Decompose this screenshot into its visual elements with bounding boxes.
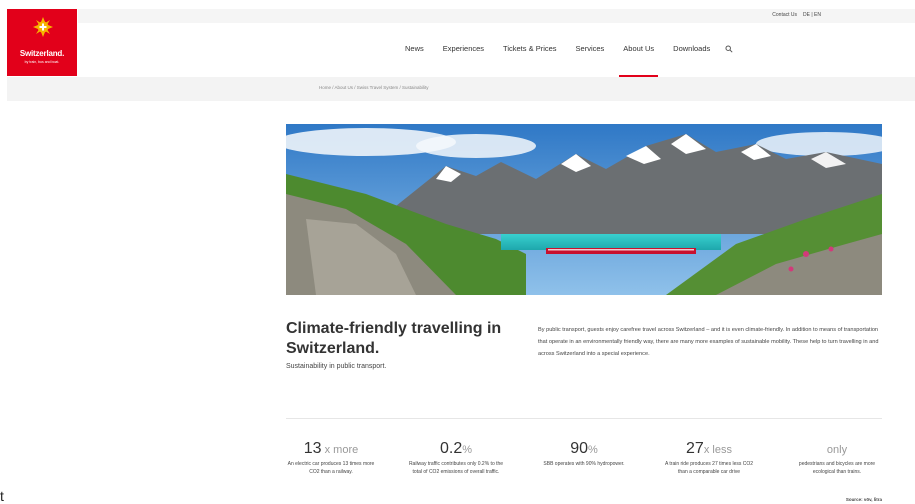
nav-item-services[interactable]: Services <box>576 44 605 53</box>
utility-links: Contact Us DE | EN <box>772 12 821 18</box>
nav-item-experiences[interactable]: Experiences <box>443 44 484 53</box>
page-subtitle: Sustainability in public transport. <box>286 363 387 370</box>
stat-item: 27x less A train ride produces 27 times … <box>661 440 757 476</box>
stat-unit: % <box>462 444 473 456</box>
nav-item-tickets-prices[interactable]: Tickets & Prices <box>503 44 556 53</box>
nav-item-news[interactable]: News <box>405 44 424 53</box>
stat-item: 90% SBB operates with 90% hydropower. <box>536 440 632 469</box>
main-nav: News Experiences Tickets & Prices Servic… <box>405 44 733 77</box>
lang-en-link[interactable]: EN <box>814 12 821 18</box>
stat-description: An electric car produces 13 times more C… <box>287 461 375 475</box>
stat-value: 27 <box>686 440 704 457</box>
lang-separator: | <box>811 12 813 18</box>
intro-paragraph: By public transport, guests enjoy carefr… <box>538 327 879 357</box>
search-icon[interactable] <box>725 45 733 53</box>
stat-description: SBB operates with 90% hydropower. <box>543 461 625 467</box>
swiss-cross-sun-icon <box>33 17 53 37</box>
stat-unit: x less <box>703 444 732 456</box>
language-switcher: DE | EN <box>803 12 821 18</box>
stray-text: t <box>0 488 4 504</box>
logo-tagline: by train, bus and boat. <box>24 60 60 64</box>
stat-headline: 90% <box>536 440 632 459</box>
logo[interactable]: Switzerland. by train, bus and boat. <box>7 9 77 76</box>
nav-item-about-us[interactable]: About Us <box>619 44 658 77</box>
page-title: Climate-friendly travelling in Switzerla… <box>286 320 502 357</box>
stat-unit: x more <box>321 444 359 456</box>
stat-headline: 0.2% <box>408 440 504 459</box>
source-note: Source: vöv, litra <box>845 497 882 502</box>
stat-unit: only <box>826 444 848 456</box>
hero-image <box>286 124 882 295</box>
stat-description: A train ride produces 27 times less CO2 … <box>664 461 754 475</box>
breadcrumb-bar: Home / About Us / Swiss Travel System / … <box>7 77 915 101</box>
stat-description: Railway traffic contributes only 0.2% to… <box>408 461 504 475</box>
divider <box>286 418 882 419</box>
utility-bar: Contact Us DE | EN <box>78 9 915 23</box>
stat-item: 0.2% Railway traffic contributes only 0.… <box>408 440 504 476</box>
logo-wordmark: Switzerland. <box>19 49 65 58</box>
stat-headline: 27x less <box>661 440 757 459</box>
stat-item: only pedestrians and bicycles are more e… <box>789 440 885 476</box>
contact-link[interactable]: Contact Us <box>772 12 797 18</box>
stat-value: 0.2 <box>439 440 463 457</box>
stat-value: 13 <box>303 440 322 457</box>
stat-value: 90 <box>570 440 588 457</box>
stat-description: pedestrians and bicycles are more ecolog… <box>798 461 876 475</box>
stat-item: 13 x more An electric car produces 13 ti… <box>283 440 379 476</box>
breadcrumb[interactable]: Home / About Us / Swiss Travel System / … <box>319 85 429 90</box>
nav-item-downloads[interactable]: Downloads <box>673 44 710 53</box>
stat-unit: % <box>588 444 598 456</box>
stat-headline: only <box>789 440 885 459</box>
lang-de-link[interactable]: DE <box>803 12 810 18</box>
stat-headline: 13 x more <box>283 440 379 459</box>
